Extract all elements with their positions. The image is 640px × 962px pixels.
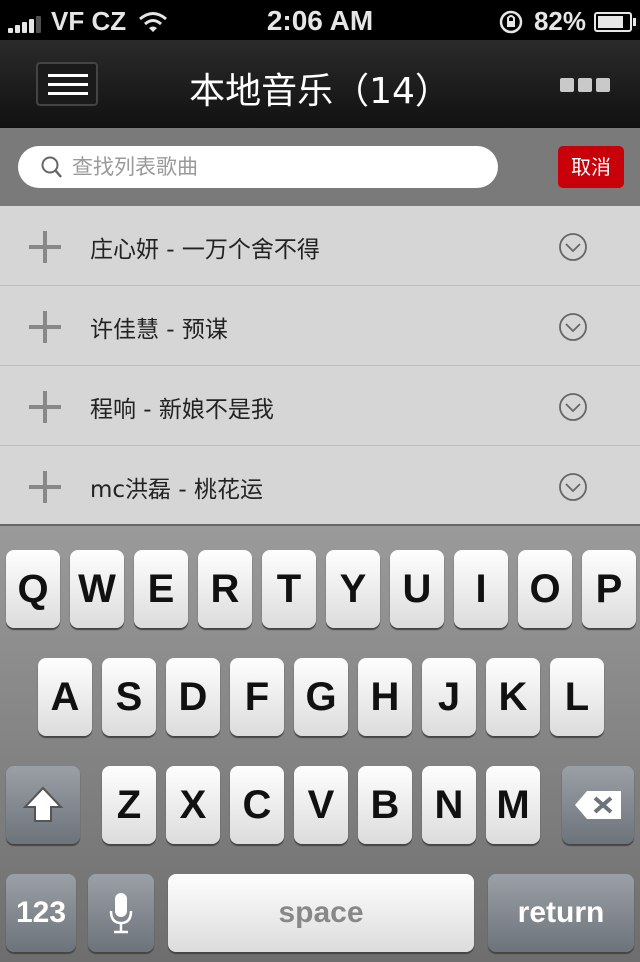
keyboard: Q W E R T Y U I O P A S D F G H J K L Z … (0, 524, 640, 962)
song-row[interactable]: 程响 - 新娘不是我 (0, 366, 640, 446)
search-bar: 取消 (0, 128, 640, 206)
key-j[interactable]: J (422, 658, 476, 736)
key-k[interactable]: K (486, 658, 540, 736)
key-n[interactable]: N (422, 766, 476, 844)
key-i[interactable]: I (454, 550, 508, 628)
more-icon-dot (578, 78, 592, 92)
key-f[interactable]: F (230, 658, 284, 736)
chevron-down-icon[interactable] (558, 232, 588, 262)
plus-icon[interactable] (28, 470, 62, 504)
search-field[interactable] (18, 146, 498, 188)
key-y[interactable]: Y (326, 550, 380, 628)
battery-label: 82% (533, 6, 586, 36)
microphone-icon (109, 893, 133, 934)
song-row[interactable]: 许佳慧 - 预谋 (0, 286, 640, 366)
song-title: 程响 - 新娘不是我 (90, 397, 274, 423)
delete-key[interactable] (562, 766, 634, 844)
battery-fill (598, 15, 623, 28)
key-l[interactable]: L (550, 658, 604, 736)
cancel-button[interactable]: 取消 (558, 146, 624, 188)
search-input[interactable] (70, 154, 454, 180)
status-bar: VF CZ 2:06 AM 82% (0, 0, 640, 40)
song-row[interactable]: mc洪磊 - 桃花运 (0, 446, 640, 526)
space-key[interactable]: space (168, 874, 474, 952)
dictation-key[interactable] (88, 874, 154, 952)
key-z[interactable]: Z (102, 766, 156, 844)
more-button[interactable] (556, 78, 610, 92)
nav-bar: 本地音乐（14） (0, 40, 640, 128)
key-x[interactable]: X (166, 766, 220, 844)
plus-icon[interactable] (28, 390, 62, 424)
key-m[interactable]: M (486, 766, 540, 844)
song-title: 许佳慧 - 预谋 (90, 317, 228, 343)
chevron-down-icon[interactable] (558, 312, 588, 342)
song-row[interactable]: 庄心妍 - 一万个舍不得 (0, 206, 640, 286)
song-list: 庄心妍 - 一万个舍不得 许佳慧 - 预谋 程响 - 新娘不是我 mc洪磊 - … (0, 206, 640, 526)
backspace-icon (575, 791, 621, 819)
page-title: 本地音乐（14） (189, 71, 451, 112)
key-b[interactable]: B (358, 766, 412, 844)
search-icon (41, 156, 62, 178)
chevron-down-icon[interactable] (558, 392, 588, 422)
song-title: 庄心妍 - 一万个舍不得 (90, 237, 320, 263)
rotation-lock-icon (499, 10, 523, 33)
return-key[interactable]: return (488, 874, 634, 952)
key-u[interactable]: U (390, 550, 444, 628)
key-v[interactable]: V (294, 766, 348, 844)
more-icon-dot (596, 78, 610, 92)
key-r[interactable]: R (198, 550, 252, 628)
key-q[interactable]: Q (6, 550, 60, 628)
shift-key[interactable] (6, 766, 80, 844)
chevron-down-icon[interactable] (558, 472, 588, 502)
key-w[interactable]: W (70, 550, 124, 628)
plus-icon[interactable] (28, 310, 62, 344)
key-a[interactable]: A (38, 658, 92, 736)
key-e[interactable]: E (134, 550, 188, 628)
shift-icon (22, 786, 64, 822)
numbers-key[interactable]: 123 (6, 874, 76, 952)
battery-icon (594, 11, 636, 32)
key-t[interactable]: T (262, 550, 316, 628)
key-p[interactable]: P (582, 550, 636, 628)
key-h[interactable]: H (358, 658, 412, 736)
key-d[interactable]: D (166, 658, 220, 736)
song-title: mc洪磊 - 桃花运 (90, 477, 263, 503)
key-s[interactable]: S (102, 658, 156, 736)
plus-icon[interactable] (28, 230, 62, 264)
more-icon (560, 78, 574, 92)
key-o[interactable]: O (518, 550, 572, 628)
status-right: 82% (498, 6, 636, 37)
key-c[interactable]: C (230, 766, 284, 844)
key-g[interactable]: G (294, 658, 348, 736)
